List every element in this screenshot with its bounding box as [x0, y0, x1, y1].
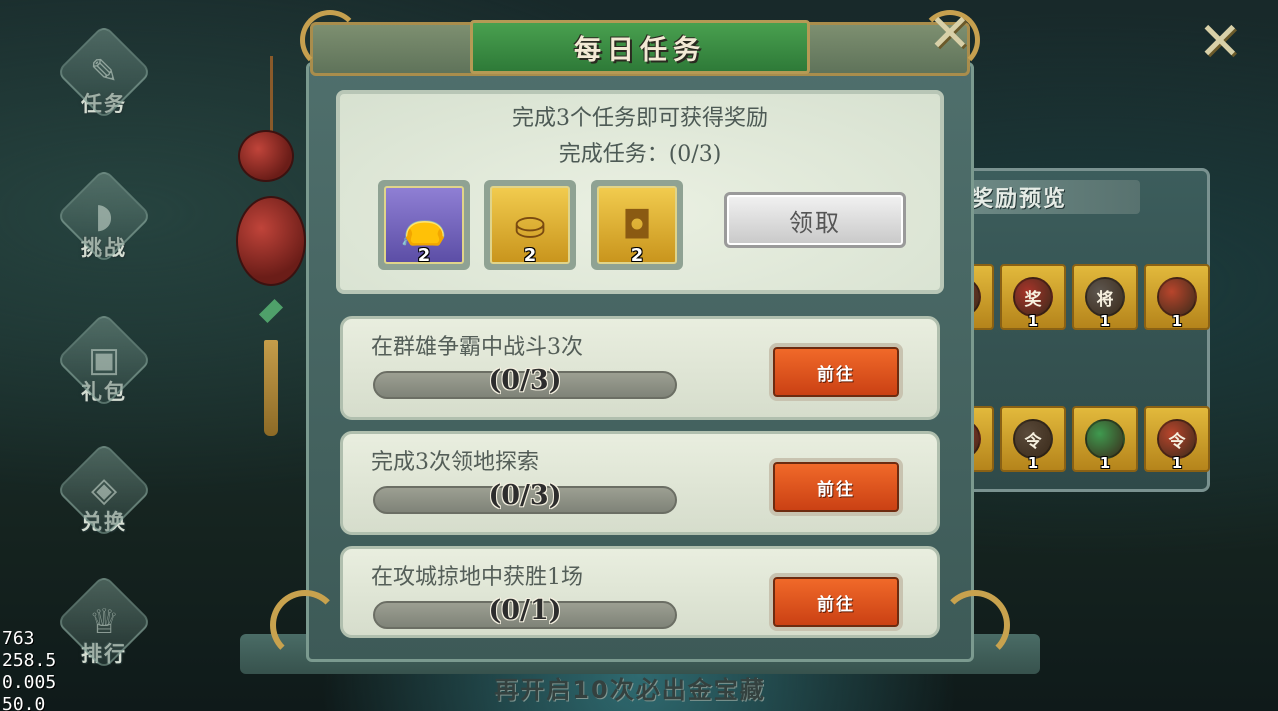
go-button[interactable]: 前往 [769, 458, 903, 516]
task-row: 完成3次领地探索 (0/3) 前往 [340, 431, 940, 535]
reward-progress: 完成任务：(0/3) [558, 142, 722, 167]
task-progress-text: (0/3) [488, 365, 562, 396]
debug-line: 0.005 [2, 672, 57, 693]
go-button[interactable]: 前往 [769, 343, 903, 401]
copper-coin-icon: ◘ [621, 203, 653, 247]
jade-ornament-icon [258, 298, 284, 324]
preview-item[interactable]: 将1 [1072, 264, 1138, 330]
coin-icon: ◈ [90, 470, 118, 510]
background-close-icon[interactable]: ✕ [1198, 12, 1242, 72]
task-progress-text: (0/1) [488, 595, 562, 626]
medal-icon: 奖 [1013, 277, 1053, 317]
reward-preview-title: 奖励预览 [965, 180, 1140, 214]
chest-icon: ▣ [87, 340, 121, 380]
bottom-banner-text: 再开启10次必出金宝藏 [494, 676, 766, 704]
gold-ingot-icon: ⛀ [514, 203, 546, 247]
reward-item-count: 2 [523, 245, 537, 266]
lantern-string [270, 56, 273, 136]
debug-line: 763 [2, 628, 35, 649]
task-row: 在群雄争霸中战斗3次 (0/3) 前往 [340, 316, 940, 420]
sidebar-item-challenge[interactable]: ◗ 挑战 [52, 167, 156, 282]
debug-overlay: 763 258.5 0.005 50.0 [2, 628, 56, 711]
reward-item-slot[interactable]: ◘ 2 [591, 180, 683, 270]
dialog-title: 每日任务 [470, 20, 810, 74]
medal-icon [1085, 419, 1125, 459]
dragon-ornament-icon [940, 590, 1010, 660]
sidebar-item-gift[interactable]: ▣ 礼包 [52, 311, 156, 426]
preview-item[interactable]: 奖1 [1000, 264, 1066, 330]
medal-icon [1157, 277, 1197, 317]
reward-item-count: 2 [630, 245, 644, 266]
dragon-ornament-icon [300, 10, 360, 70]
go-button[interactable]: 前往 [769, 573, 903, 631]
horn-icon: ◗ [95, 195, 113, 236]
lantern-icon [236, 196, 306, 286]
preview-item[interactable]: 令1 [1144, 406, 1210, 472]
medal-icon: 令 [1157, 419, 1197, 459]
task-title: 完成3次领地探索 [371, 450, 539, 475]
sidebar-item-tasks[interactable]: ✎ 任务 [52, 23, 156, 138]
reward-item-count: 2 [417, 245, 431, 266]
debug-line: 50.0 [2, 694, 46, 711]
medal-icon: 将 [1085, 277, 1125, 317]
task-row: 在攻城掠地中获胜1场 (0/1) 前往 [340, 546, 940, 638]
sidebar-item-exchange[interactable]: ◈ 兑换 [52, 441, 156, 556]
close-icon[interactable]: ✕ [928, 4, 972, 64]
preview-item[interactable]: 1 [1072, 406, 1138, 472]
task-progress-text: (0/3) [488, 480, 562, 511]
scroll-icon: ✎ [89, 52, 119, 92]
reward-item-slot[interactable]: ⛀ 2 [484, 180, 576, 270]
medal-icon: 令 [1013, 419, 1053, 459]
dragon-ornament-icon [270, 590, 340, 660]
reward-requirement: 完成3个任务即可获得奖励 [512, 106, 768, 131]
money-bag-icon: 👝 [400, 202, 448, 247]
tassel-icon [264, 340, 278, 436]
preview-item[interactable]: 1 [1144, 264, 1210, 330]
task-title: 在群雄争霸中战斗3次 [371, 335, 583, 360]
preview-item[interactable]: 令1 [1000, 406, 1066, 472]
task-title: 在攻城掠地中获胜1场 [371, 565, 583, 590]
lantern-icon [238, 130, 294, 182]
reward-item-slot[interactable]: 👝 2 [378, 180, 470, 270]
sidebar-item-ranking[interactable]: ♕ 排行 [52, 573, 156, 688]
crest-icon: ♕ [88, 601, 120, 642]
claim-button[interactable]: 领取 [724, 192, 906, 248]
debug-line: 258.5 [2, 650, 57, 671]
